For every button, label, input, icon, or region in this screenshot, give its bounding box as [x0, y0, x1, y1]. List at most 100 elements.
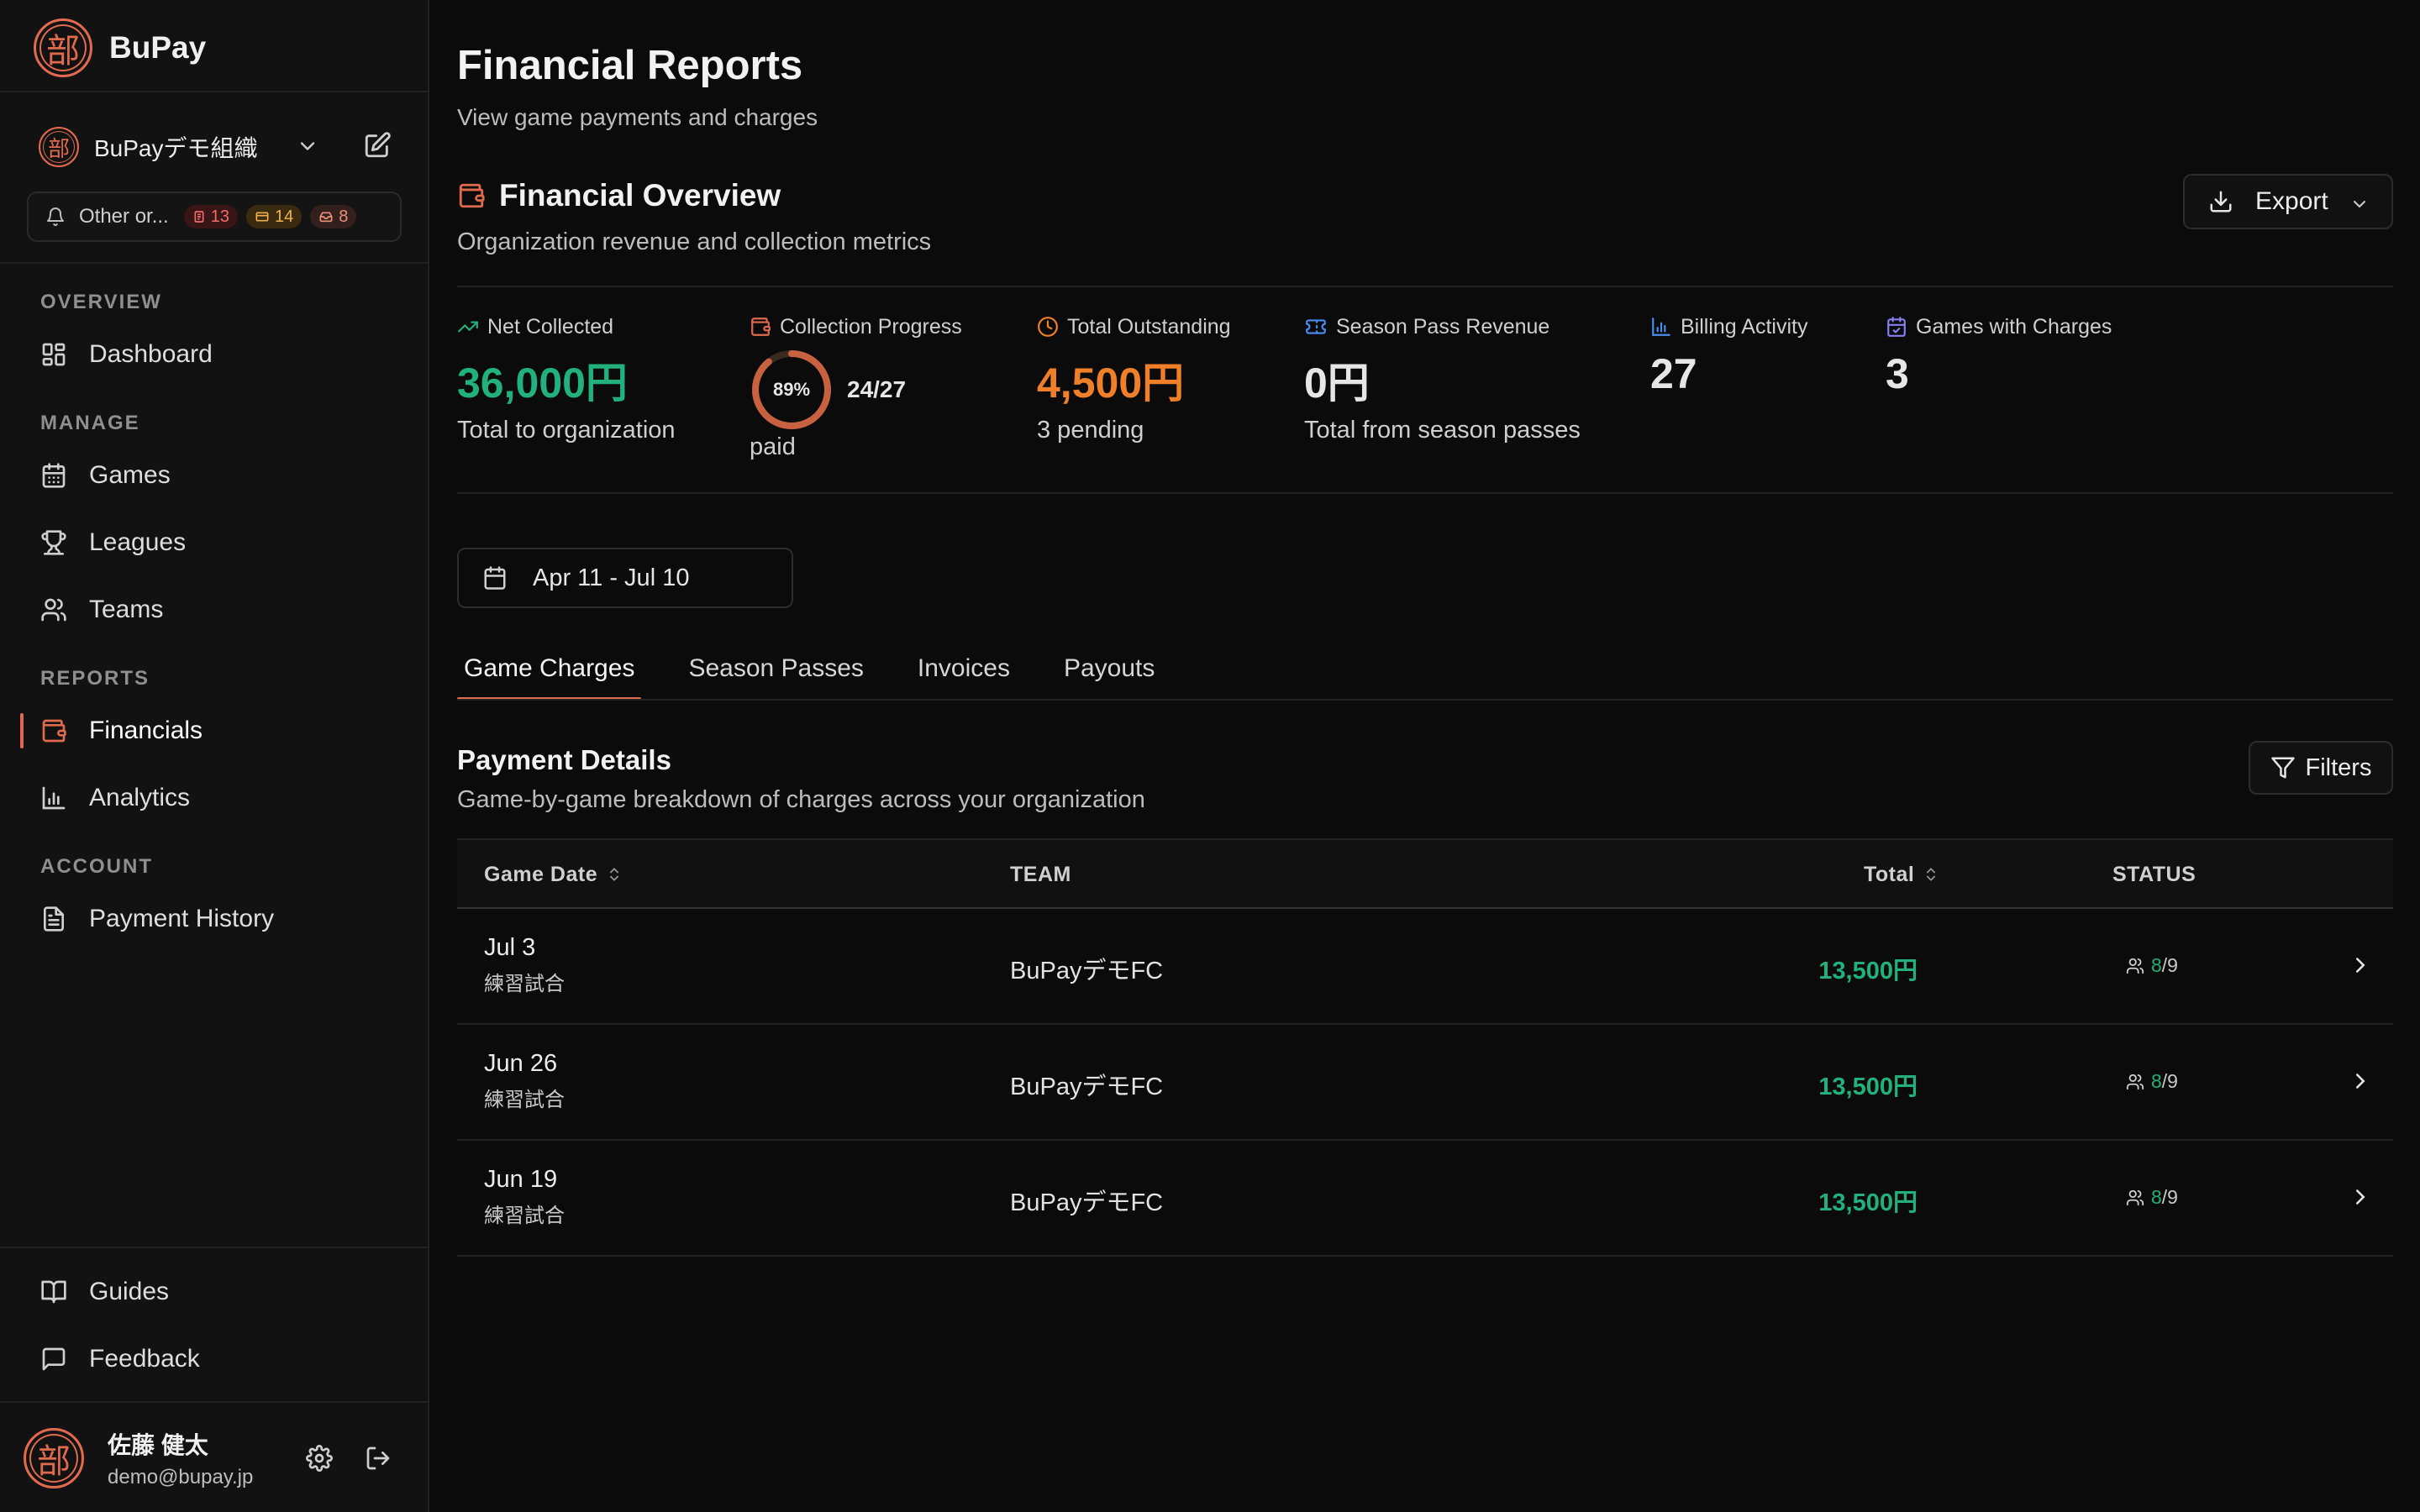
team-name: BuPayデモFC: [1010, 1189, 1164, 1216]
metric-label: Net Collected: [487, 314, 614, 339]
metric-value: 36,000円: [457, 360, 628, 407]
tab-invoices[interactable]: Invoices: [911, 638, 1017, 699]
column-label: Total: [1864, 862, 1915, 886]
team-name: BuPayデモFC: [1010, 1074, 1164, 1100]
message-icon: [42, 1347, 66, 1371]
brand[interactable]: 部 BuPay: [34, 18, 206, 77]
sidebar-item-label: Teams: [89, 596, 164, 623]
logout-icon[interactable]: [365, 1445, 392, 1472]
sidebar-item-label: Financials: [89, 717, 203, 744]
date-range-picker[interactable]: Apr 11 - Jul 10: [457, 548, 793, 608]
sidebar-item-leagues[interactable]: Leagues: [40, 522, 186, 563]
sidebar-item-financials[interactable]: Financials: [40, 711, 203, 751]
table-header: Game Date TEAM Total STATUS: [457, 838, 2393, 909]
org-logo: 部: [39, 127, 79, 167]
export-button[interactable]: Export: [2183, 174, 2393, 229]
divider: [0, 91, 428, 92]
sidebar-item-payment-history[interactable]: Payment History: [40, 899, 274, 939]
team-name: BuPayデモFC: [1010, 958, 1164, 984]
player-total: /9: [2161, 1186, 2178, 1208]
metric-total-outstanding: Total Outstanding 4,500円 3 pending: [1037, 312, 1231, 444]
column-status: STATUS: [2112, 840, 2196, 909]
sidebar-item-guides[interactable]: Guides: [40, 1272, 169, 1312]
table-row[interactable]: Jun 19 練習試合 BuPayデモFC 13,500円 8/9: [457, 1141, 2393, 1257]
calendar-check-icon: [1887, 317, 1906, 337]
inbox-count: 8: [339, 207, 349, 226]
divider: [457, 699, 2393, 701]
wallet-icon: [751, 318, 771, 336]
sidebar-item-teams[interactable]: Teams: [40, 590, 163, 630]
metric-label: Billing Activity: [1681, 314, 1808, 339]
divider: [457, 492, 2393, 494]
overview-heading: Financial Overview: [457, 178, 781, 213]
users-icon: [41, 598, 66, 622]
metric-net-collected: Net Collected 36,000円 Total to organizat…: [457, 312, 676, 444]
column-game-date[interactable]: Game Date: [484, 840, 623, 909]
metric-note: 3 pending: [1037, 417, 1144, 444]
active-indicator: [20, 713, 24, 748]
download-icon: [2210, 191, 2232, 213]
overview-subtitle: Organization revenue and collection metr…: [457, 228, 932, 255]
unpaid-badge[interactable]: 13: [183, 205, 238, 228]
dashboard-icon: [42, 343, 66, 366]
tab-payouts[interactable]: Payouts: [1057, 638, 1161, 699]
users-icon: [2126, 1189, 2144, 1205]
clock-icon: [1038, 317, 1058, 337]
divider: [0, 1247, 428, 1248]
player-total: /9: [2161, 954, 2178, 976]
metric-label: Collection Progress: [780, 314, 962, 339]
game-type: 練習試合: [484, 1089, 565, 1111]
divider: [0, 262, 428, 264]
page-title: Financial Reports: [457, 43, 803, 88]
payment-details-title: Payment Details: [457, 744, 671, 775]
sidebar-item-dashboard[interactable]: Dashboard: [40, 334, 213, 375]
tab-bar: Game Charges Season Passes Invoices Payo…: [457, 638, 1202, 701]
avatar[interactable]: 部: [24, 1428, 84, 1488]
book-icon: [41, 1280, 66, 1304]
sidebar-item-feedback[interactable]: Feedback: [40, 1339, 200, 1379]
user-email: demo@bupay.jp: [108, 1466, 254, 1488]
org-switcher[interactable]: 部 BuPayデモ組織: [39, 126, 400, 168]
sidebar-item-label: Analytics: [89, 784, 191, 811]
game-date: Jun 26: [484, 1050, 558, 1077]
sidebar-item-games[interactable]: Games: [40, 455, 171, 496]
metric-season-pass-revenue: Season Pass Revenue 0円 Total from season…: [1304, 312, 1581, 444]
game-type: 練習試合: [484, 1205, 565, 1227]
progress-note: paid: [750, 433, 796, 460]
notification-summary[interactable]: Other or... 13 14 8: [27, 192, 402, 242]
charge-total: 13,500円: [1818, 958, 1918, 984]
progress-count: 24/27: [847, 376, 907, 402]
filters-button[interactable]: Filters: [2249, 741, 2393, 795]
calendar-icon: [484, 566, 506, 590]
trophy-icon: [41, 530, 66, 555]
trending-up-icon: [458, 321, 478, 333]
table-row[interactable]: Jul 3 練習試合 BuPayデモFC 13,500円 8/9: [457, 909, 2393, 1025]
brand-logo: 部: [34, 18, 92, 77]
sidebar-item-label: Payment History: [89, 905, 275, 932]
chevron-right-icon[interactable]: [2348, 1184, 2373, 1210]
tab-game-charges[interactable]: Game Charges: [457, 638, 642, 701]
bar-chart-icon: [42, 786, 66, 810]
section-label-reports: REPORTS: [40, 667, 150, 690]
metric-label: Season Pass Revenue: [1336, 314, 1550, 339]
edit-icon[interactable]: [363, 131, 392, 160]
tab-season-passes[interactable]: Season Passes: [681, 638, 870, 699]
users-icon: [2126, 1074, 2144, 1089]
table-row[interactable]: Jun 26 練習試合 BuPayデモFC 13,500円 8/9: [457, 1025, 2393, 1141]
bell-icon: [45, 207, 66, 227]
chevron-right-icon[interactable]: [2348, 1068, 2373, 1094]
game-type: 練習試合: [484, 973, 565, 995]
inbox-badge[interactable]: 8: [310, 205, 357, 228]
pending-badge[interactable]: 14: [245, 205, 302, 228]
chevron-right-icon[interactable]: [2348, 953, 2373, 978]
charge-total: 13,500円: [1818, 1074, 1918, 1100]
gear-icon[interactable]: [306, 1445, 333, 1472]
payment-status: 8/9: [2126, 1186, 2178, 1209]
sort-icon: [1927, 868, 1936, 881]
export-label: Export: [2255, 187, 2328, 215]
sidebar-item-analytics[interactable]: Analytics: [40, 778, 190, 818]
column-total[interactable]: Total: [1864, 840, 1939, 909]
metric-billing-activity: Billing Activity 27: [1650, 312, 1807, 398]
wallet-icon: [459, 183, 485, 208]
chevron-down-icon[interactable]: [296, 134, 319, 158]
